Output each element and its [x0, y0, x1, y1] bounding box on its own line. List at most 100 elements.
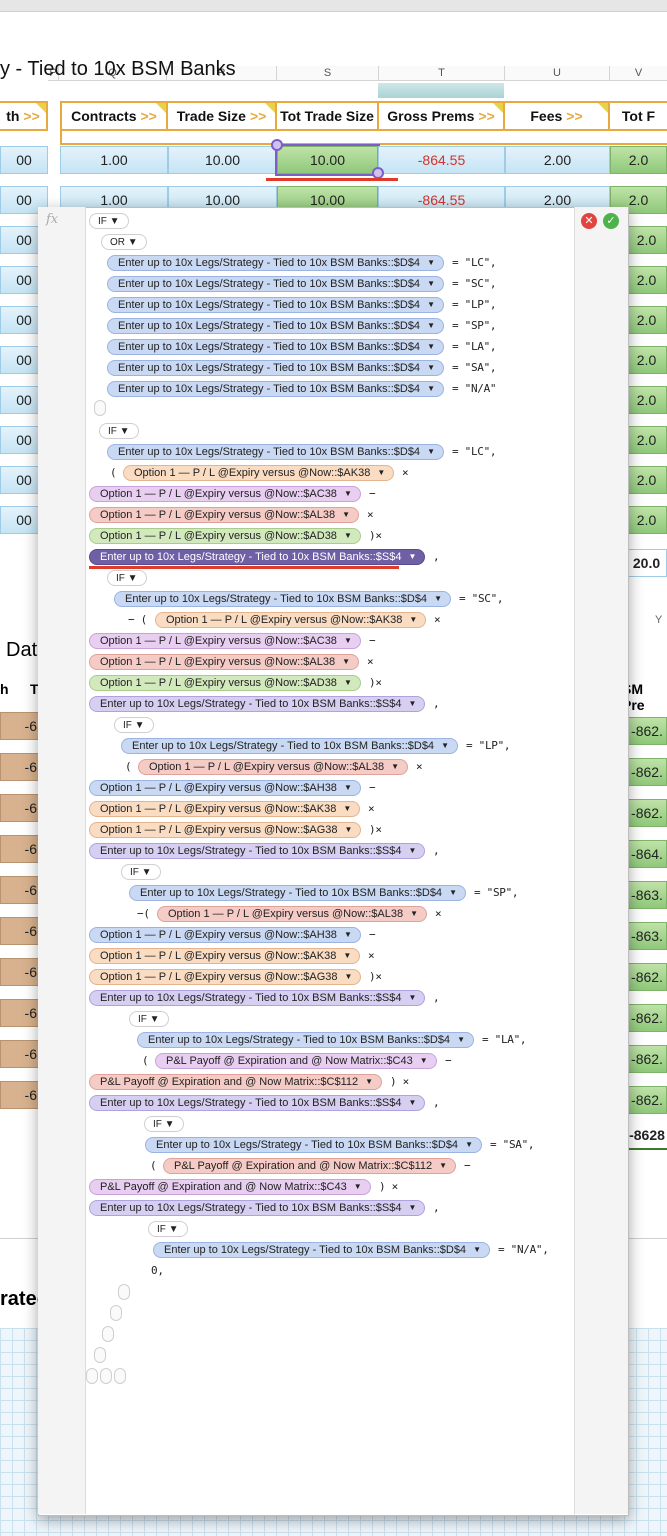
cell-reference-token[interactable]: Option 1 — P / L @Expiry versus @Now::$A…: [89, 948, 361, 964]
cell-contracts-r1[interactable]: 1.00: [60, 146, 168, 174]
function-token-if[interactable]: IF ▼: [148, 1221, 188, 1237]
cell-tot-fees-total[interactable]: 20.0: [626, 549, 667, 577]
cell-reference-token[interactable]: P&L Payoff @ Expiration and @ Now Matrix…: [89, 1179, 371, 1195]
cell-left-r1[interactable]: 00: [0, 146, 48, 174]
dropdown-arrow-icon[interactable]: ▼: [344, 927, 352, 943]
cell-tot-fees-r3[interactable]: 2.0: [626, 226, 667, 254]
cell-reference-token[interactable]: Option 1 — P / L @Expiry versus @Now::$A…: [89, 969, 362, 985]
tan-cell[interactable]: -6: [0, 999, 40, 1027]
tan-cell[interactable]: -6: [0, 835, 40, 863]
cell-reference-token[interactable]: Enter up to 10x Legs/Strategy - Tied to …: [89, 843, 426, 859]
cell-reference-token[interactable]: Option 1 — P / L @Expiry versus @Now::$A…: [89, 780, 361, 796]
cell-gross-prems-r1[interactable]: -864.55: [378, 146, 505, 174]
bsm-cell[interactable]: -862.: [627, 1045, 667, 1073]
dropdown-arrow-icon[interactable]: ▼: [345, 822, 353, 838]
tan-cell[interactable]: -6: [0, 712, 40, 740]
cell-reference-token[interactable]: Option 1 — P / L @Expiry versus @Now::$A…: [89, 633, 361, 649]
dropdown-arrow-icon[interactable]: ▼: [420, 1053, 428, 1069]
dropdown-arrow-icon[interactable]: ▼: [408, 1200, 416, 1216]
dropdown-arrow-icon[interactable]: ▼: [427, 318, 435, 334]
cell-reference-token[interactable]: Option 1 — P / L @Expiry versus @Now::$A…: [89, 654, 360, 670]
dropdown-arrow-icon[interactable]: ▼: [465, 1137, 473, 1153]
cell-reference-token[interactable]: Enter up to 10x Legs/Strategy - Tied to …: [89, 1095, 426, 1111]
cell-reference-token[interactable]: Enter up to 10x Legs/Strategy - Tied to …: [89, 990, 426, 1006]
dropdown-arrow-icon[interactable]: ▼: [427, 255, 435, 271]
bsm-cell[interactable]: -862.: [627, 799, 667, 827]
cell-reference-token[interactable]: Option 1 — P / L @Expiry versus @Now::$A…: [89, 927, 361, 943]
dropdown-arrow-icon[interactable]: ▼: [344, 486, 352, 502]
cell-tot-fees-r9[interactable]: 2.0: [626, 466, 667, 494]
dropdown-arrow-icon[interactable]: ▼: [449, 885, 457, 901]
dropdown-arrow-icon[interactable]: ▼: [342, 654, 350, 670]
cell-reference-token[interactable]: P&L Payoff @ Expiration and @ Now Matrix…: [155, 1053, 437, 1069]
cell-reference-token[interactable]: P&L Payoff @ Expiration and @ Now Matrix…: [89, 1074, 383, 1090]
dropdown-arrow-icon[interactable]: ▼: [344, 528, 352, 544]
header-tot-fees[interactable]: Tot F: [610, 101, 667, 131]
tan-cell[interactable]: -6: [0, 958, 40, 986]
dropdown-arrow-icon[interactable]: ▼: [427, 276, 435, 292]
cell-reference-token[interactable]: Option 1 — P / L @Expiry versus @Now::$A…: [89, 507, 360, 523]
cell-tot-fees-r10[interactable]: 2.0: [626, 506, 667, 534]
cell-reference-token[interactable]: Enter up to 10x Legs/Strategy - Tied to …: [153, 1242, 490, 1258]
cell-reference-token[interactable]: Option 1 — P / L @Expiry versus @Now::$A…: [155, 612, 427, 628]
cell-reference-token[interactable]: Enter up to 10x Legs/Strategy - Tied to …: [107, 381, 444, 397]
dropdown-arrow-icon[interactable]: ▼: [434, 591, 442, 607]
function-token-if[interactable]: IF ▼: [89, 213, 129, 229]
cell-reference-token[interactable]: Enter up to 10x Legs/Strategy - Tied to …: [107, 318, 444, 334]
cell-reference-token[interactable]: Option 1 — P / L @Expiry versus @Now::$A…: [138, 759, 409, 775]
column-header-s[interactable]: S: [277, 66, 379, 81]
cell-reference-token[interactable]: Enter up to 10x Legs/Strategy - Tied to …: [107, 297, 444, 313]
dropdown-arrow-icon[interactable]: ▼: [439, 1158, 447, 1174]
dropdown-arrow-icon[interactable]: ▼: [342, 507, 350, 523]
dropdown-arrow-icon[interactable]: ▼: [410, 906, 418, 922]
cell-reference-token[interactable]: Option 1 — P / L @Expiry versus @Now::$A…: [89, 822, 362, 838]
formula-editor-panel[interactable]: [38, 207, 629, 1516]
bsm-cell[interactable]: -864.: [627, 840, 667, 868]
cell-reference-token[interactable]: P&L Payoff @ Expiration and @ Now Matrix…: [163, 1158, 457, 1174]
cell-tot-fees-r1[interactable]: 2.0: [610, 146, 667, 174]
dropdown-arrow-icon[interactable]: ▼: [427, 297, 435, 313]
dropdown-arrow-icon[interactable]: ▼: [365, 1074, 373, 1090]
dropdown-arrow-icon[interactable]: ▼: [473, 1242, 481, 1258]
cell-tot-fees-r6[interactable]: 2.0: [626, 346, 667, 374]
dropdown-arrow-icon[interactable]: ▼: [427, 381, 435, 397]
cell-reference-token[interactable]: Option 1 — P / L @Expiry versus @Now::$A…: [89, 486, 361, 502]
bsm-cell[interactable]: -862.: [627, 1004, 667, 1032]
cell-reference-token[interactable]: Enter up to 10x Legs/Strategy - Tied to …: [129, 885, 466, 901]
function-token-or[interactable]: OR ▼: [101, 234, 147, 250]
dropdown-arrow-icon[interactable]: ▼: [441, 738, 449, 754]
cell-reference-token[interactable]: Enter up to 10x Legs/Strategy - Tied to …: [89, 549, 426, 565]
cell-reference-token[interactable]: Option 1 — P / L @Expiry versus @Now::$A…: [89, 801, 361, 817]
column-header-t[interactable]: T: [379, 66, 505, 81]
dropdown-arrow-icon[interactable]: ▼: [377, 465, 385, 481]
bsm-cell[interactable]: -863.: [627, 922, 667, 950]
tan-cell[interactable]: -6: [0, 1040, 40, 1068]
cell-trade-size-r1[interactable]: 10.00: [168, 146, 277, 174]
cell-reference-token[interactable]: Enter up to 10x Legs/Strategy - Tied to …: [107, 444, 444, 460]
dropdown-arrow-icon[interactable]: ▼: [408, 990, 416, 1006]
header-left-partial[interactable]: th >>: [0, 101, 48, 131]
cell-reference-token[interactable]: Option 1 — P / L @Expiry versus @Now::$A…: [89, 528, 361, 544]
dropdown-arrow-icon[interactable]: ▼: [345, 969, 353, 985]
header-trade-size[interactable]: Trade Size >>: [168, 101, 277, 131]
cell-reference-token[interactable]: Enter up to 10x Legs/Strategy - Tied to …: [89, 1200, 426, 1216]
cell-reference-token[interactable]: Enter up to 10x Legs/Strategy - Tied to …: [145, 1137, 482, 1153]
function-token-if[interactable]: IF ▼: [129, 1011, 169, 1027]
tan-cell[interactable]: -6: [0, 794, 40, 822]
function-token-if[interactable]: IF ▼: [114, 717, 154, 733]
dropdown-arrow-icon[interactable]: ▼: [408, 696, 416, 712]
selection-handle-top[interactable]: [271, 139, 283, 151]
cell-reference-token[interactable]: Enter up to 10x Legs/Strategy - Tied to …: [107, 360, 444, 376]
cell-reference-token[interactable]: Enter up to 10x Legs/Strategy - Tied to …: [121, 738, 458, 754]
header-gross-prems[interactable]: Gross Prems >>: [379, 101, 505, 131]
function-token-if[interactable]: IF ▼: [144, 1116, 184, 1132]
cell-fees-r1[interactable]: 2.00: [505, 146, 610, 174]
function-token-if[interactable]: IF ▼: [99, 423, 139, 439]
dropdown-arrow-icon[interactable]: ▼: [427, 339, 435, 355]
header-contracts[interactable]: Contracts >>: [60, 101, 168, 131]
dropdown-arrow-icon[interactable]: ▼: [427, 444, 435, 460]
cell-reference-token[interactable]: Enter up to 10x Legs/Strategy - Tied to …: [107, 339, 444, 355]
header-fees[interactable]: Fees >>: [505, 101, 610, 131]
cell-tot-fees-r4[interactable]: 2.0: [626, 266, 667, 294]
dropdown-arrow-icon[interactable]: ▼: [391, 759, 399, 775]
